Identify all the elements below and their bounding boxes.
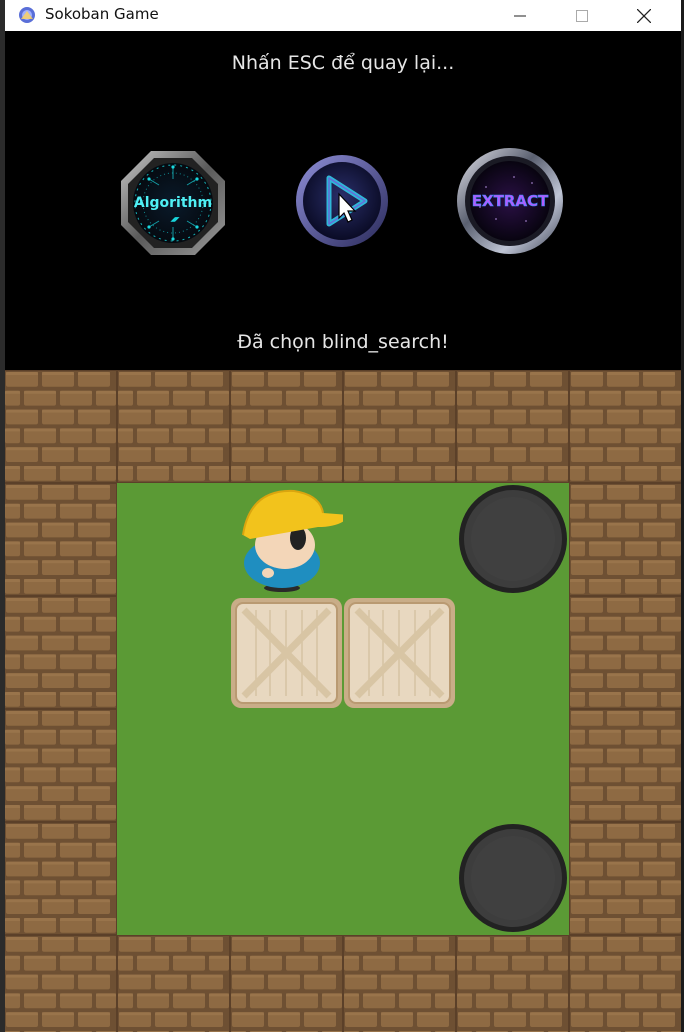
floor-tile — [117, 483, 230, 596]
wall-tile — [569, 709, 681, 822]
extract-label: EXTRACT — [472, 192, 549, 210]
wall-tile — [5, 596, 117, 709]
crate-tile — [230, 596, 343, 709]
app-icon — [19, 7, 35, 23]
wall-tile — [5, 709, 117, 822]
circuit-icon: Algorithm ◢◤ — [121, 151, 225, 255]
wall-tile — [5, 935, 117, 1032]
floor-tile — [456, 596, 569, 709]
esc-hint: Nhấn ESC để quay lại... — [231, 52, 455, 74]
hud-panel: Nhấn ESC để quay lại... Algorithm ◢◤ EXT… — [5, 31, 681, 370]
wall-tile — [5, 370, 117, 483]
wall-tile — [456, 370, 569, 483]
wall-tile — [569, 483, 681, 596]
floor-tile — [456, 709, 569, 822]
close-button[interactable] — [621, 0, 667, 31]
svg-text:◢◤: ◢◤ — [170, 216, 180, 223]
floor-tile — [117, 709, 230, 822]
minimize-button[interactable] — [497, 0, 543, 31]
wall-tile — [5, 822, 117, 935]
goal-tile — [456, 822, 569, 935]
wall-tile — [117, 370, 230, 483]
play-icon — [296, 155, 388, 247]
crate-tile — [343, 596, 456, 709]
game-board — [5, 370, 681, 1032]
algorithm-button[interactable]: Algorithm ◢◤ — [119, 149, 227, 257]
wall-tile — [230, 935, 343, 1032]
wall-tile — [117, 935, 230, 1032]
extract-button[interactable]: EXTRACT — [456, 147, 564, 255]
floor-tile — [117, 596, 230, 709]
wall-tile — [343, 370, 456, 483]
floor-tile — [343, 483, 456, 596]
play-button[interactable] — [295, 154, 389, 248]
extract-icon: EXTRACT — [457, 148, 563, 254]
status-message: Đã chọn blind_search! — [237, 331, 449, 353]
wall-tile — [456, 935, 569, 1032]
window-title: Sokoban Game — [45, 5, 159, 23]
floor-tile — [343, 822, 456, 935]
floor-tile — [230, 822, 343, 935]
game-window: Sokoban Game Nhấn ESC để quay lại... Alg… — [5, 0, 681, 1032]
wall-tile — [569, 822, 681, 935]
wall-tile — [569, 935, 681, 1032]
minimize-icon — [514, 15, 526, 16]
player-tile — [230, 483, 343, 596]
floor-tile — [117, 822, 230, 935]
goal-tile — [456, 483, 569, 596]
wall-tile — [569, 596, 681, 709]
floor-tile — [230, 709, 343, 822]
floor-tile — [343, 709, 456, 822]
wall-tile — [343, 935, 456, 1032]
wall-tile — [5, 483, 117, 596]
wall-tile — [569, 370, 681, 483]
maximize-button[interactable] — [559, 0, 605, 31]
close-icon — [637, 8, 651, 23]
wall-tile — [230, 370, 343, 483]
algorithm-label: Algorithm — [134, 195, 212, 211]
title-bar[interactable]: Sokoban Game — [5, 0, 681, 31]
maximize-icon — [576, 9, 588, 22]
